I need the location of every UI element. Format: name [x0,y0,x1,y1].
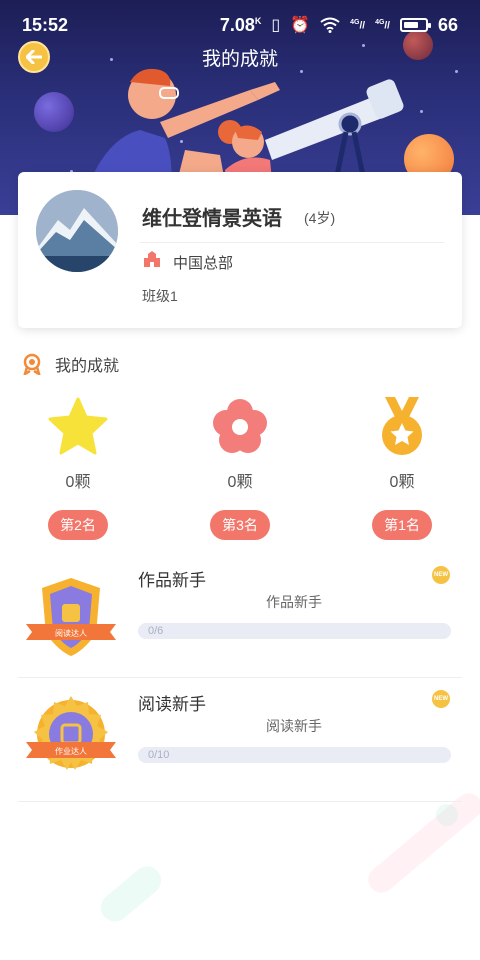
shield-badge-icon: 阅读达人 [26,578,116,656]
star-icon [46,394,110,458]
rank-badge: 第1名 [372,510,432,540]
stat-count: 0颗 [65,474,91,491]
signal-icon-2: 4G// [375,18,390,32]
status-bar: 15:52 7.08K ▯ ⏰ 4G// 4G// 66 [0,0,480,50]
badge-ribbon-text: 作业达人 [55,746,87,756]
stat-count: 0颗 [227,474,253,491]
divider [140,242,444,243]
page-title: 我的成就 [201,49,278,70]
badge-row-works[interactable]: 阅读达人 作品新手 作品新手 NEW 0/6 [18,554,462,678]
vibrate-icon: ▯ [271,17,281,34]
profile-card: 维仕登情景英语 (4岁) 中国总部 班级1 [18,172,462,328]
progress-bar: 0/6 [138,623,451,639]
signal-icon-1: 4G// [350,18,366,32]
badge-name: 阅读新手 [138,695,206,714]
achievements-header: 我的成就 [22,352,119,376]
stat-medal: 0颗 第1名 [342,394,462,540]
building-icon [144,251,160,267]
profile-org: 中国总部 [173,255,234,272]
network-speed: 7.08K [220,15,262,36]
decoration-shape [363,788,480,898]
badge-name: 作品新手 [138,571,206,590]
decoration-shape [436,804,458,826]
ribbon-badge-icon [23,353,41,375]
new-tag: NEW [432,566,450,584]
alarm-icon: ⏰ [290,17,311,34]
network-speed-unit: K [254,15,262,26]
rank-badge: 第2名 [48,510,108,540]
decoration-shape [95,860,167,928]
profile-class: 班级1 [142,288,178,304]
flower-icon [208,394,272,458]
stat-count: 0颗 [389,474,415,491]
achievements-title: 我的成就 [55,358,120,375]
progress-text: 0/6 [148,625,164,637]
stat-star: 0颗 第2名 [18,394,138,540]
badge-ribbon-text: 阅读达人 [55,628,87,638]
avatar[interactable] [36,190,118,272]
medal-icon [370,394,434,458]
progress-text: 0/10 [148,749,170,761]
network-label-1: 4G [350,18,360,26]
progress-bar: 0/10 [138,747,451,763]
status-time: 15:52 [22,14,69,35]
mountain-image [36,190,118,272]
rank-badge: 第3名 [210,510,270,540]
badge-description: 作品新手 [266,594,322,610]
network-speed-value: 7.08 [219,14,255,35]
profile-age: (4岁) [304,210,336,226]
battery-icon [399,18,431,32]
badge-row-reading[interactable]: 作业达人 阅读新手 阅读新手 NEW 0/10 [18,678,462,802]
profile-name: 维仕登情景英语 [142,208,282,230]
stat-flower: 0颗 第3名 [180,394,300,540]
battery-level: 66 [437,14,458,35]
badge-description: 阅读新手 [266,718,322,734]
network-label-2: 4G [375,18,385,26]
wifi-icon [320,17,340,33]
sun-badge-icon: 作业达人 [26,696,116,770]
new-tag: NEW [432,690,450,708]
